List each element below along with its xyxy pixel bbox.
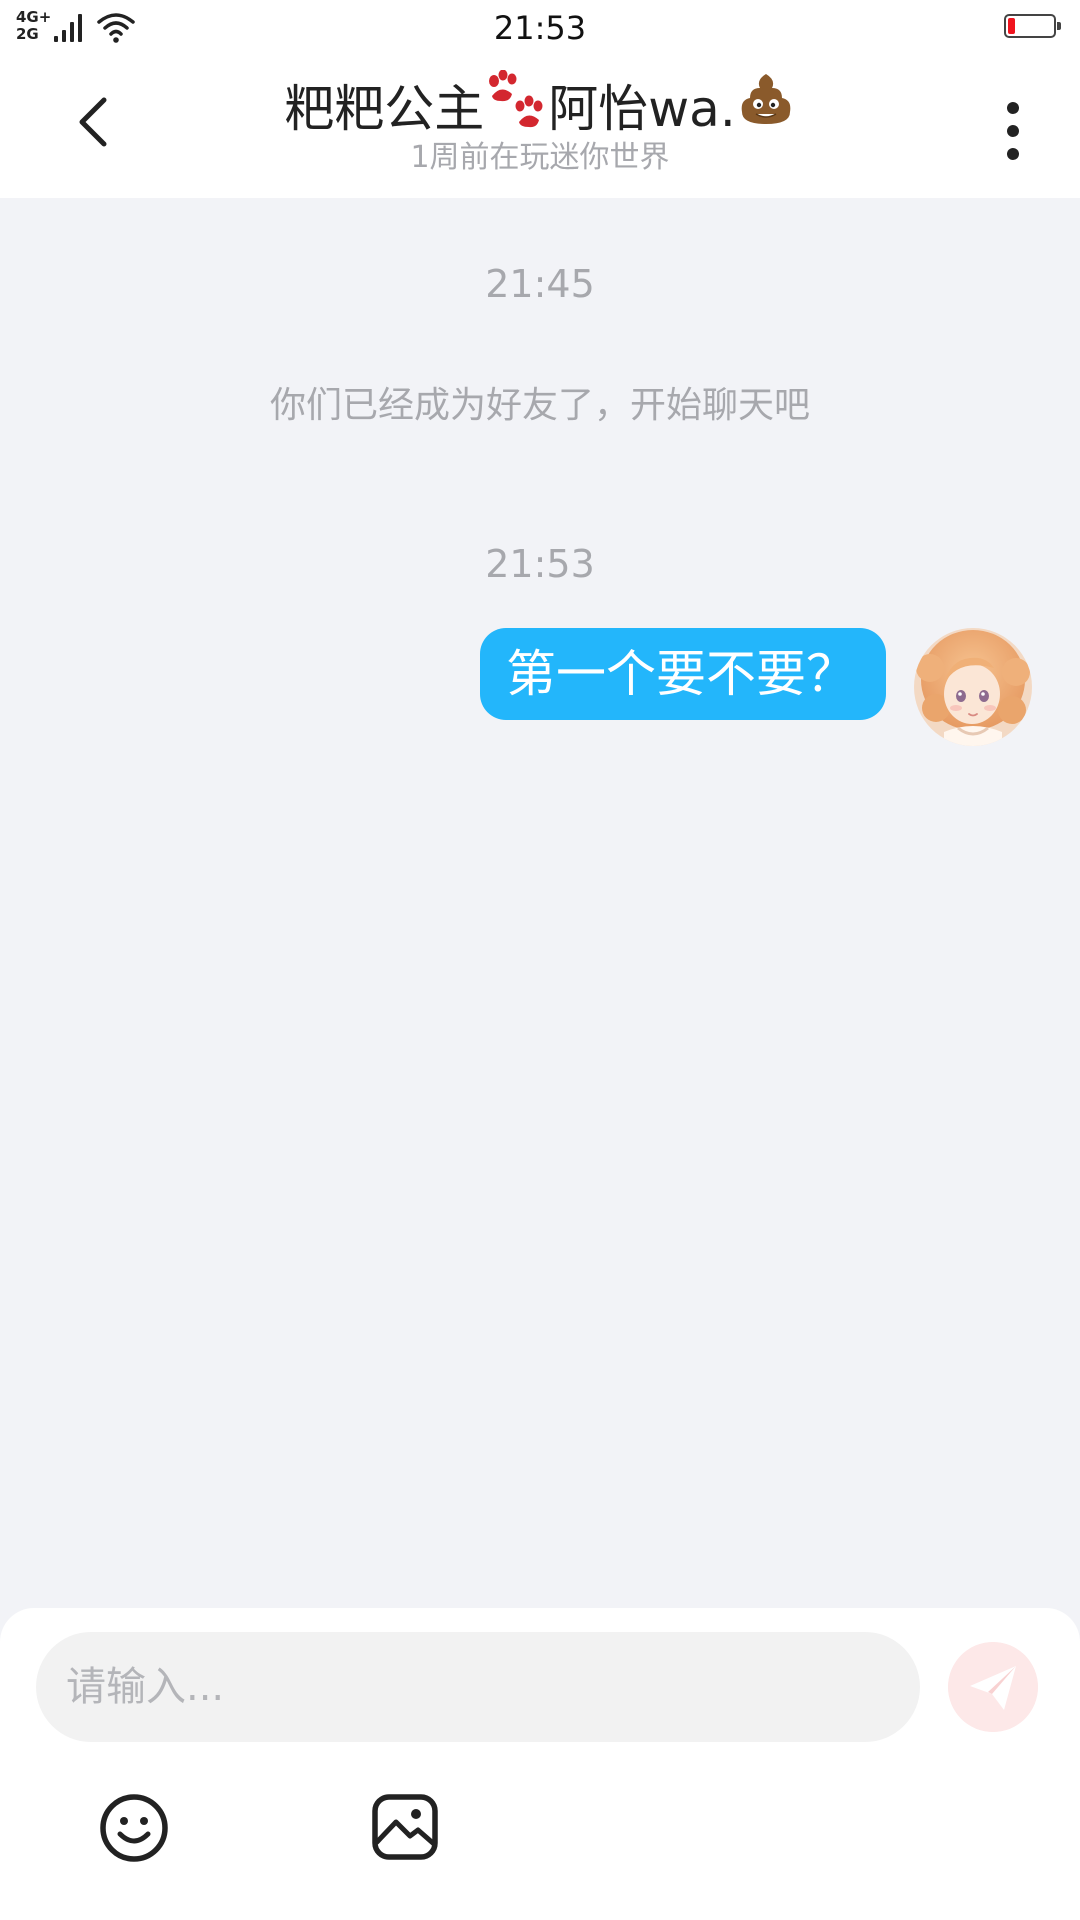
smiley-icon xyxy=(100,1794,168,1862)
system-message: 你们已经成为好友了，开始聊天吧 xyxy=(269,385,810,426)
avatar[interactable] xyxy=(914,628,1032,746)
chat-title-part2: 阿怡wa. xyxy=(548,80,736,138)
chat-title-part1: 粑粑公主 xyxy=(284,80,485,138)
status-clock: 21:53 xyxy=(493,9,587,47)
image-picker-button[interactable] xyxy=(370,1792,440,1862)
image-icon xyxy=(372,1794,438,1860)
more-options-button[interactable] xyxy=(986,96,1042,166)
message-timestamp: 21:53 xyxy=(485,542,595,586)
emoji-button[interactable] xyxy=(98,1792,170,1864)
chat-title-block: 粑粑公主 阿怡wa. 1周前在玩迷你世界 xyxy=(220,69,860,177)
chat-subtitle: 1周前在玩迷你世界 xyxy=(410,140,670,175)
message-timestamp: 21:45 xyxy=(485,262,595,306)
paw-print-icon xyxy=(489,69,543,128)
poop-icon xyxy=(741,74,791,124)
outgoing-message-bubble[interactable]: 第一个要不要？ xyxy=(480,628,886,720)
chat-header: 粑粑公主 阿怡wa. 1周前在玩迷你世界 xyxy=(0,56,1080,198)
battery-icon xyxy=(1004,14,1061,38)
send-button[interactable] xyxy=(948,1642,1038,1732)
chevron-left-icon xyxy=(79,97,107,147)
message-input[interactable] xyxy=(36,1632,920,1742)
back-button[interactable] xyxy=(66,92,126,152)
message-composer xyxy=(0,1608,1080,1920)
status-bar: 4G+ 2G 21:53 xyxy=(0,0,1080,56)
battery-level-fill xyxy=(1008,18,1015,34)
chat-title: 粑粑公主 阿怡wa. xyxy=(220,69,860,141)
chat-message-list[interactable]: 21:45 你们已经成为好友了，开始聊天吧 21:53 第一个要不要？ xyxy=(0,198,1080,1608)
